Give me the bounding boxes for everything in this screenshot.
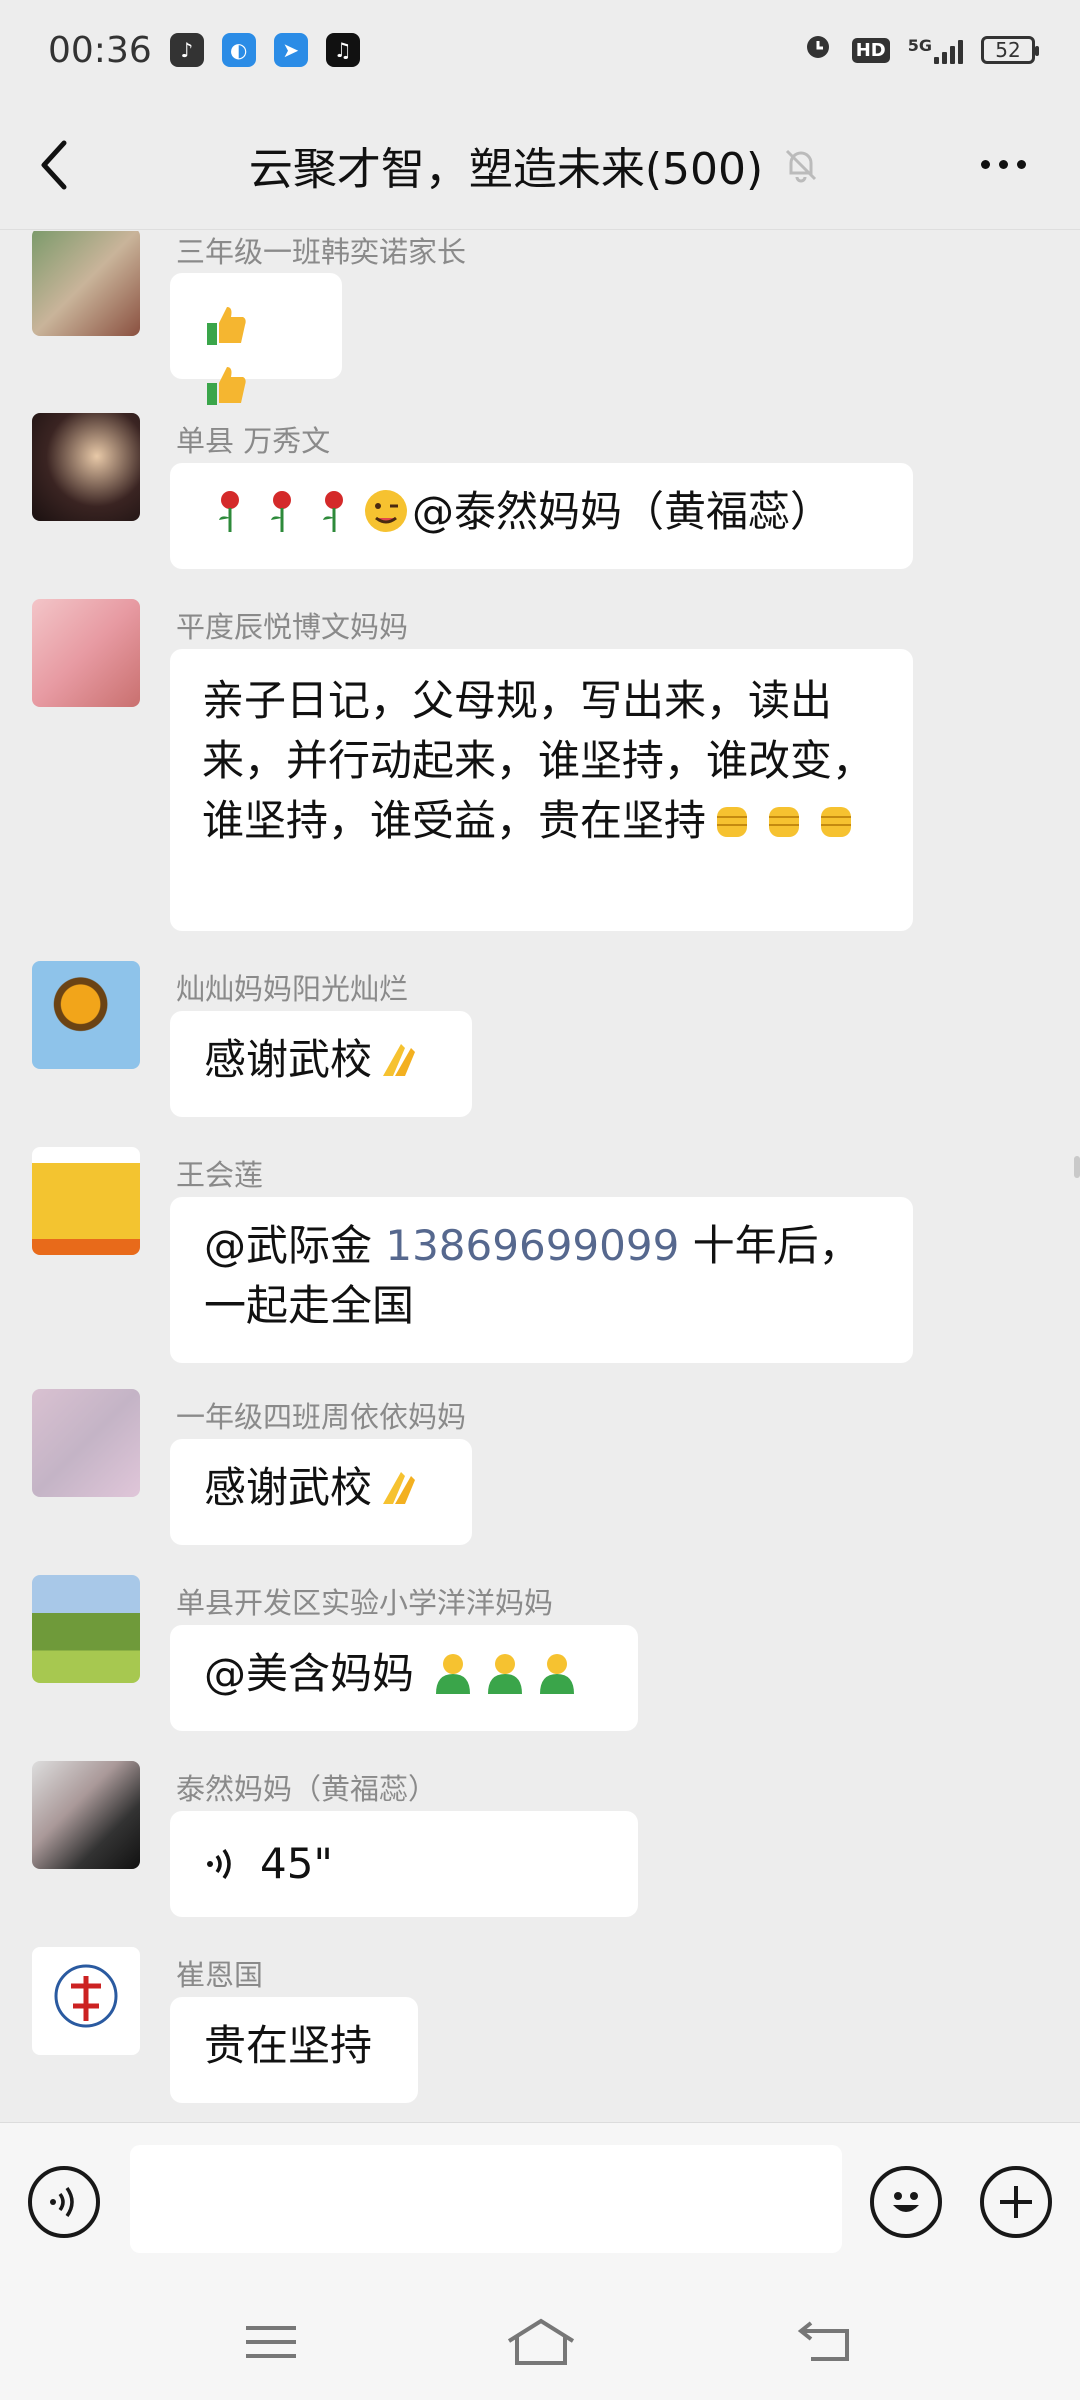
input-bar <box>0 2122 1080 2283</box>
sender-name: 三年级一班韩奕诺家长 <box>176 235 467 269</box>
person-emoji <box>531 1649 583 1698</box>
avatar[interactable] <box>32 961 140 1069</box>
sender-name: 单县 万秀文 <box>176 424 331 458</box>
signal-icon: 5G <box>908 36 963 64</box>
plus-icon <box>1000 2186 1032 2218</box>
emoji-button[interactable] <box>870 2166 942 2238</box>
avatar[interactable] <box>32 1147 140 1255</box>
chat-message-list[interactable]: 三年级一班韩奕诺家长 单县 万秀文 @泰然妈妈（黄福蕊） 平度辰悦博文妈妈 亲子… <box>0 231 1080 2121</box>
network-type: 5G <box>907 36 932 55</box>
recent-apps-button[interactable] <box>236 2312 306 2372</box>
message-text: 感谢武校 <box>204 1035 373 1084</box>
more-dot <box>999 160 1009 169</box>
message-bubble[interactable]: @泰然妈妈（黄福蕊） <box>170 463 913 569</box>
avatar[interactable] <box>32 1575 140 1683</box>
more-button[interactable] <box>964 130 1044 200</box>
battery-level: 52 <box>995 38 1021 62</box>
smiley-icon <box>893 2192 919 2212</box>
avatar[interactable] <box>32 599 140 707</box>
scrollbar[interactable] <box>1074 1156 1080 1178</box>
thumbs-up-emoji <box>200 362 252 411</box>
message-text: 感谢武校 <box>204 1463 373 1512</box>
chat-title[interactable]: 云聚才智，塑造未来(500) <box>249 133 763 197</box>
hd-icon: HD <box>851 37 890 63</box>
message-bubble[interactable]: 感谢武校 <box>170 1439 472 1545</box>
back-button[interactable] <box>36 130 106 200</box>
rose-emoji <box>204 487 256 536</box>
message-input[interactable] <box>130 2145 842 2253</box>
status-bar: 00:36 ♪ ◐ ➤ ♫ HD 5G 52 <box>0 0 1080 100</box>
voice-icon <box>50 2186 74 2218</box>
chat-header: 云聚才智，塑造未来(500) <box>0 100 1080 230</box>
more-dot <box>1017 160 1027 169</box>
seal-logo <box>54 1964 118 2028</box>
more-dot <box>981 160 991 169</box>
message-text-prefix: @武际金 <box>204 1221 386 1270</box>
rose-emoji <box>308 487 360 536</box>
message-bubble[interactable]: 感谢武校 <box>170 1011 472 1117</box>
status-time: 00:36 <box>48 29 152 71</box>
alarm-icon <box>802 30 834 71</box>
message-bubble[interactable]: @武际金 13869699099 十年后，一起走全国 <box>170 1197 913 1363</box>
send-app-icon: ➤ <box>273 33 308 67</box>
avatar[interactable] <box>32 1389 140 1497</box>
menu-icon <box>246 2326 296 2358</box>
sender-name: 崔恩国 <box>176 1958 264 1992</box>
fist-emoji <box>810 796 862 845</box>
pray-emoji <box>372 1463 424 1512</box>
wink-emoji <box>360 487 412 536</box>
message-text: 贵在坚持 <box>204 2021 373 2070</box>
home-button[interactable] <box>505 2312 577 2372</box>
tiktok-app-icon: ♫ <box>325 33 360 67</box>
message-bubble[interactable]: 贵在坚持 <box>170 1997 418 2103</box>
message-bubble[interactable] <box>170 273 342 405</box>
fist-emoji <box>706 796 758 845</box>
music-app-icon: ♪ <box>169 33 204 67</box>
voice-message-bubble[interactable]: 45" <box>170 1811 638 1917</box>
avatar[interactable] <box>32 231 140 336</box>
back-arrow-icon <box>41 140 67 189</box>
fist-emoji <box>758 796 810 845</box>
more-actions-button[interactable] <box>980 2166 1052 2238</box>
avatar[interactable] <box>32 1947 140 2055</box>
avatar[interactable] <box>32 413 140 521</box>
battery-icon: 52 <box>981 36 1039 64</box>
message-text: @美含妈妈 <box>204 1649 428 1698</box>
bell-muted-icon <box>786 149 817 182</box>
avatar[interactable] <box>32 1761 140 1869</box>
sender-name: 泰然妈妈（黄福蕊） <box>176 1772 438 1806</box>
status-left: 00:36 ♪ ◐ ➤ ♫ <box>48 30 360 71</box>
sender-name: 王会莲 <box>176 1158 264 1192</box>
status-right: HD 5G 52 <box>802 30 1039 71</box>
person-emoji <box>479 1649 531 1698</box>
person-emoji <box>427 1649 479 1698</box>
message-bubble[interactable]: @美含妈妈 <box>170 1625 638 1731</box>
voice-duration: 45" <box>260 1839 333 1888</box>
phone-link[interactable]: 13869699099 <box>385 1221 679 1270</box>
sender-name: 平度辰悦博文妈妈 <box>176 610 409 644</box>
title-wrap: 云聚才智，塑造未来(500) <box>249 133 821 197</box>
system-navigation-bar <box>0 2282 1080 2400</box>
voice-wave-icon <box>207 1848 231 1880</box>
thumbs-up-emoji <box>200 302 252 351</box>
home-icon <box>507 2318 575 2365</box>
pray-emoji <box>372 1035 424 1084</box>
rose-emoji <box>256 487 308 536</box>
message-text: @泰然妈妈（黄福蕊） <box>412 487 833 536</box>
browser-app-icon: ◐ <box>221 33 256 67</box>
sender-name: 一年级四班周依依妈妈 <box>176 1400 467 1434</box>
message-bubble[interactable]: 亲子日记，父母规，写出来，读出来，并行动起来，谁坚持，谁改变，谁坚持，谁受益，贵… <box>170 649 913 931</box>
return-icon <box>797 2321 849 2361</box>
voice-input-button[interactable] <box>28 2166 100 2238</box>
system-back-button[interactable] <box>790 2312 860 2372</box>
sender-name: 单县开发区实验小学洋洋妈妈 <box>176 1586 554 1620</box>
sender-name: 灿灿妈妈阳光灿烂 <box>176 972 409 1006</box>
